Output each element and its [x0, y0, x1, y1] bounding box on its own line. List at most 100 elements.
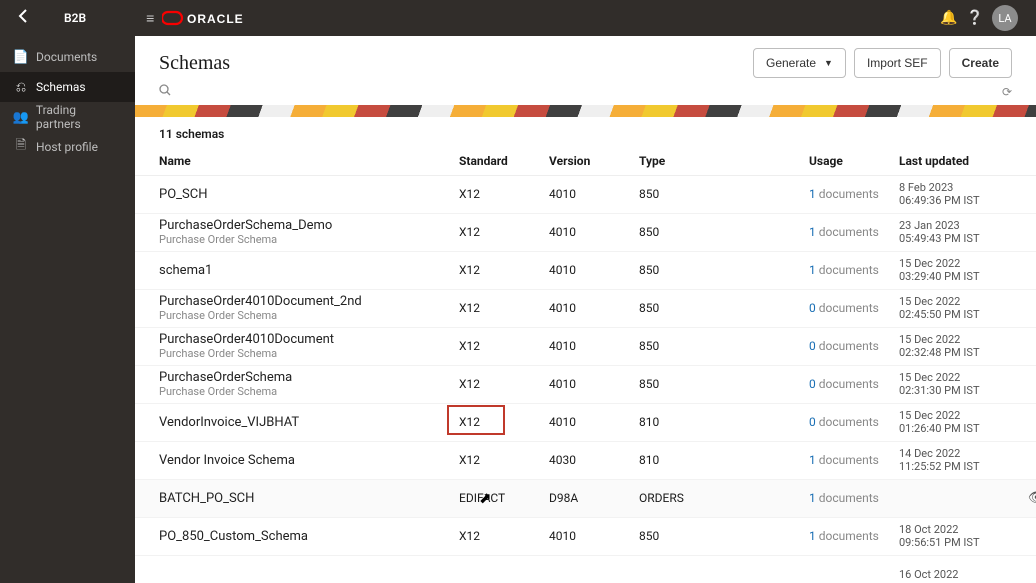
cell-standard: X12 — [459, 301, 549, 315]
cell-standard: EDIFACT⬉ — [459, 491, 549, 505]
cell-type: 850 — [639, 377, 809, 391]
column-header[interactable]: Standard — [459, 154, 549, 168]
row-name: schema1 — [159, 263, 459, 278]
table-row[interactable]: PO_SCHX1240108501 documents8 Feb 202306:… — [135, 176, 1036, 214]
table-row[interactable]: PurchaseOrderSchema_DemoPurchase Order S… — [135, 214, 1036, 252]
table-row[interactable]: PurchaseOrderSchemaPurchase Order Schema… — [135, 366, 1036, 404]
help-icon[interactable]: ❔ — [962, 10, 988, 26]
sidebar-icon: 👥 — [12, 110, 30, 125]
column-header[interactable]: Usage — [809, 154, 899, 168]
row-subtitle: Purchase Order Schema — [159, 309, 459, 322]
table-row[interactable]: Vendor Invoice SchemaX1240308101 documen… — [135, 442, 1036, 480]
bell-icon[interactable]: 🔔 — [936, 10, 962, 26]
cell-updated: 8 Feb 202306:49:36 PM IST — [899, 181, 1036, 207]
row-name: Vendor Invoice Schema — [159, 453, 459, 468]
menu-icon[interactable]: ≡ — [146, 10, 154, 27]
table-row[interactable]: PurchaseOrder4010Document_2ndPurchase Or… — [135, 290, 1036, 328]
row-name: PurchaseOrder4010Document_2nd — [159, 294, 459, 309]
row-name: PurchaseOrderSchema_Demo — [159, 218, 459, 233]
cell-standard: X12 — [459, 339, 549, 353]
cell-standard: X12 — [459, 453, 549, 467]
cell-updated: 15 Dec 202202:31:30 PM IST — [899, 371, 1036, 397]
cell-usage: 0 documents — [809, 339, 899, 353]
cell-standard: X12 — [459, 377, 549, 391]
cell-usage: 0 documents — [809, 415, 899, 429]
cell-updated: 15 Dec 202202:45:50 PM IST — [899, 295, 1036, 321]
sidebar: 📄 Documents ⎌ Schemas 👥Trading partners 🗎 Host… — [0, 36, 135, 583]
cell-usage: 1 documents — [809, 187, 899, 201]
sidebar-icon: 📄 — [12, 50, 30, 65]
create-button[interactable]: Create — [949, 48, 1012, 78]
cell-updated: 15 Dec 202202:32:48 PM IST — [899, 333, 1036, 359]
row-count: 11 schemas — [135, 117, 1036, 147]
table-header: NameStandardVersionTypeUsageLast updated — [135, 147, 1036, 176]
cell-usage: 1 documents — [809, 491, 899, 505]
cell-updated: 16 Oct 2022 — [899, 568, 1036, 581]
cell-type: 850 — [639, 187, 809, 201]
cell-updated: 23 Jan 202305:49:43 PM IST — [899, 219, 1036, 245]
row-subtitle: Purchase Order Schema — [159, 385, 459, 398]
cell-type: 850 — [639, 225, 809, 239]
cell-usage: 1 documents — [809, 225, 899, 239]
cell-type: 850 — [639, 263, 809, 277]
search-icon[interactable] — [159, 84, 171, 99]
row-subtitle: Purchase Order Schema — [159, 233, 459, 246]
row-name: PurchaseOrder4010Document — [159, 332, 459, 347]
import-sef-button[interactable]: Import SEF — [854, 48, 941, 78]
cell-type: 850 — [639, 301, 809, 315]
sidebar-item-schemas[interactable]: ⎌ Schemas — [0, 72, 135, 102]
row-name: VendorInvoice_VIJBHAT — [159, 415, 459, 430]
table-row[interactable]: 16 Oct 2022 — [135, 556, 1036, 583]
refresh-icon[interactable]: ⟳ — [1002, 85, 1012, 99]
avatar[interactable]: LA — [992, 5, 1018, 31]
cell-version: D98A — [549, 491, 639, 505]
cell-version: 4030 — [549, 453, 639, 467]
cell-type: 850 — [639, 339, 809, 353]
table-row[interactable]: PO_850_Custom_SchemaX1240108501 document… — [135, 518, 1036, 556]
decorative-ribbon — [135, 105, 1036, 117]
cell-usage: 1 documents — [809, 453, 899, 467]
row-name: PurchaseOrderSchema — [159, 370, 459, 385]
cell-updated: 18 Oct 202209:56:51 PM IST — [899, 523, 1036, 549]
column-header[interactable]: Version — [549, 154, 639, 168]
sidebar-item-host-profile[interactable]: 🗎 Host profile — [0, 132, 135, 162]
sidebar-icon: ⎌ — [12, 80, 30, 95]
page-title: Schemas — [159, 52, 230, 75]
cell-version: 4010 — [549, 263, 639, 277]
sidebar-item-trading-partners[interactable]: 👥Trading partners — [0, 102, 135, 132]
cell-version: 4010 — [549, 339, 639, 353]
brand: B2B — [64, 11, 86, 25]
table-row[interactable]: BATCH_PO_SCHEDIFACT⬉D98AORDERS1 document… — [135, 480, 1036, 518]
svg-text:ORACLE: ORACLE — [187, 12, 244, 26]
cell-standard: X12 — [459, 529, 549, 543]
cell-version: 4010 — [549, 377, 639, 391]
cell-type: ORDERS — [639, 491, 809, 505]
view-icon[interactable]: 👁 — [1028, 490, 1036, 506]
column-header[interactable]: Last updated — [899, 154, 1036, 168]
cell-standard: X12 — [459, 187, 549, 201]
sidebar-item-label: Documents — [36, 50, 97, 64]
row-subtitle: Purchase Order Schema — [159, 347, 459, 360]
sidebar-item-label: Host profile — [36, 140, 98, 154]
cell-standard: X12 — [459, 415, 549, 429]
oracle-logo: ORACLE — [162, 9, 252, 27]
cell-type: 850 — [639, 529, 809, 543]
sidebar-item-label: Schemas — [36, 80, 86, 94]
back-button[interactable] — [18, 9, 36, 27]
chevron-down-icon: ▼ — [824, 58, 833, 68]
generate-button[interactable]: Generate▼ — [753, 48, 846, 78]
column-header[interactable]: Name — [159, 154, 459, 168]
row-name: PO_SCH — [159, 187, 459, 202]
sidebar-icon: 🗎 — [12, 136, 30, 158]
cell-usage: 0 documents — [809, 377, 899, 391]
cell-usage: 1 documents — [809, 263, 899, 277]
table-row[interactable]: schema1X1240108501 documents15 Dec 20220… — [135, 252, 1036, 290]
cell-updated: 14 Dec 202211:25:52 PM IST — [899, 447, 1036, 473]
cell-type: 810 — [639, 453, 809, 467]
row-name: BATCH_PO_SCH — [159, 491, 459, 506]
cell-version: 4010 — [549, 225, 639, 239]
sidebar-item-documents[interactable]: 📄 Documents — [0, 42, 135, 72]
table-row[interactable]: PurchaseOrder4010DocumentPurchase Order … — [135, 328, 1036, 366]
table-row[interactable]: VendorInvoice_VIJBHATX1240108100 documen… — [135, 404, 1036, 442]
column-header[interactable]: Type — [639, 154, 809, 168]
